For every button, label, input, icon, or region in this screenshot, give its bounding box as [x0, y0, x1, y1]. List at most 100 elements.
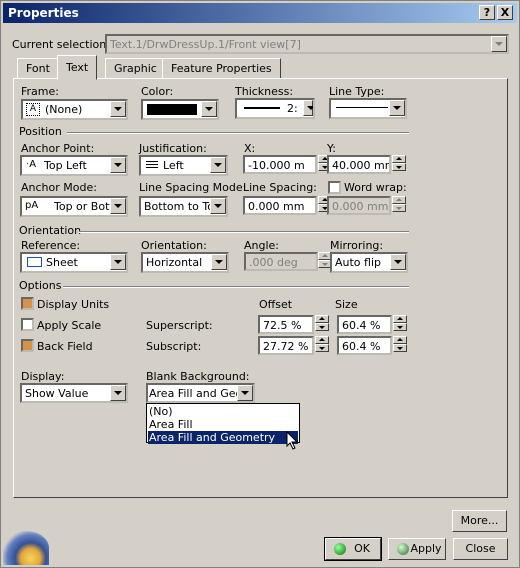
angle-input[interactable]: .000 deg: [244, 252, 318, 271]
word-wrap-checkbox[interactable]: [328, 181, 341, 194]
spin-up-icon[interactable]: [315, 315, 329, 323]
subscript-size-input[interactable]: 60.4 %: [337, 336, 392, 355]
word-wrap-input[interactable]: 0.000 mm: [327, 196, 391, 215]
superscript-offset-spinner[interactable]: [315, 315, 329, 331]
x-input[interactable]: -10.000 m: [243, 155, 317, 174]
reference-label: Reference:: [21, 239, 81, 252]
superscript-label: Superscript:: [146, 319, 213, 332]
chevron-down-icon: [237, 385, 253, 401]
angle-label: Angle:: [244, 239, 280, 252]
chevron-down-icon: [389, 100, 405, 116]
spin-down-icon[interactable]: [392, 204, 406, 212]
tab-feature-properties[interactable]: Feature Properties: [162, 58, 281, 79]
close-window-button[interactable]: X: [497, 5, 513, 20]
frame-icon: A: [26, 103, 40, 116]
anchor-point-combo[interactable]: ·A Top Left: [20, 155, 128, 176]
mirroring-combo[interactable]: Auto flip: [330, 252, 408, 273]
y-spinner[interactable]: [392, 155, 406, 171]
line-type-label: Line Type:: [329, 85, 385, 98]
properties-dialog: Properties ? X Current selection : Text.…: [0, 0, 520, 568]
display-combo[interactable]: Show Value: [20, 383, 128, 403]
subscript-size-spinner[interactable]: [393, 336, 407, 352]
superscript-offset-input[interactable]: 72.5 %: [258, 315, 314, 334]
reference-combo[interactable]: Sheet: [20, 252, 128, 273]
tab-text-label: Text: [66, 61, 89, 74]
word-wrap-spinner[interactable]: [392, 196, 406, 212]
spin-down-icon[interactable]: [315, 323, 329, 331]
superscript-size-spinner[interactable]: [393, 315, 407, 331]
options-section-title: Options: [19, 279, 62, 292]
anchor-mode-icon: pA: [25, 200, 39, 211]
list-item-selected[interactable]: Area Fill and Geometry: [148, 431, 298, 444]
chevron-down-icon: [110, 157, 126, 173]
chevron-down-icon: [110, 198, 126, 214]
list-item[interactable]: Area Fill: [148, 418, 298, 431]
display-label: Display:: [21, 370, 65, 383]
line-type-combo[interactable]: [329, 98, 407, 119]
frame-combo[interactable]: A (None): [21, 99, 128, 120]
display-units-checkbox[interactable]: [21, 297, 34, 310]
word-wrap-label: Word wrap:: [344, 181, 407, 194]
spin-up-icon[interactable]: [315, 336, 329, 344]
tab-graphic[interactable]: Graphic: [105, 58, 166, 79]
title-bar[interactable]: Properties ? X: [3, 3, 517, 23]
apply-button[interactable]: Apply: [388, 538, 446, 560]
chevron-down-icon: [491, 36, 507, 52]
sheet-icon: [27, 257, 42, 267]
position-section-title: Position: [19, 125, 62, 138]
tab-feature-properties-label: Feature Properties: [171, 62, 272, 75]
spin-up-icon[interactable]: [393, 315, 407, 323]
y-input[interactable]: 40.000 mm: [327, 155, 391, 174]
orientation-combo[interactable]: Horizontal: [141, 252, 229, 273]
subscript-offset-spinner[interactable]: [315, 336, 329, 352]
anchor-point-label: Anchor Point:: [21, 142, 95, 155]
spin-up-icon[interactable]: [392, 196, 406, 204]
solid-line-icon: [336, 107, 388, 108]
subscript-offset-input[interactable]: 27.72 %: [258, 336, 314, 355]
list-item[interactable]: (No): [148, 405, 298, 418]
anchor-mode-combo[interactable]: pA Top or Botto: [20, 196, 128, 217]
chevron-down-icon: [303, 100, 313, 116]
justification-label: Justification:: [139, 142, 207, 155]
line-spacing-mode-label: Line Spacing Mode:: [139, 181, 247, 194]
display-units-label: Display Units: [37, 298, 110, 311]
chevron-down-icon: [210, 157, 226, 173]
spin-up-icon[interactable]: [393, 336, 407, 344]
current-selection-combo[interactable]: Text.1/DrwDressUp.1/Front view[7]: [105, 34, 509, 54]
spin-up-icon[interactable]: [392, 155, 406, 163]
help-button[interactable]: ?: [479, 5, 495, 20]
back-field-label: Back Field: [37, 340, 93, 353]
window-title: Properties: [8, 6, 79, 20]
line-spacing-input[interactable]: 0.000 mm: [243, 196, 317, 215]
spin-down-icon[interactable]: [392, 163, 406, 171]
blank-background-combo[interactable]: Area Fill and Geom: [146, 383, 255, 403]
tab-text[interactable]: Text: [57, 55, 98, 80]
more-button[interactable]: More...: [452, 510, 507, 532]
ok-button[interactable]: OK: [324, 537, 382, 561]
thickness-combo[interactable]: 2:: [235, 98, 315, 119]
orientation-section-title: Orientation: [19, 224, 82, 237]
tab-font-label: Font: [26, 62, 50, 75]
size-header: Size: [335, 298, 358, 311]
mirroring-value: Auto flip: [335, 256, 382, 269]
subscript-size-value: 60.4 %: [342, 340, 381, 353]
line-spacing-mode-combo[interactable]: Bottom to Top: [139, 196, 228, 217]
y-label: Y:: [327, 142, 336, 155]
superscript-size-input[interactable]: 60.4 %: [337, 315, 392, 334]
current-selection-label: Current selection :: [12, 38, 114, 51]
spin-down-icon[interactable]: [393, 323, 407, 331]
thickness-value: 2:: [287, 102, 298, 115]
back-field-checkbox[interactable]: [21, 339, 34, 352]
color-combo[interactable]: [141, 99, 219, 120]
tab-font[interactable]: Font: [17, 58, 59, 79]
spin-down-icon[interactable]: [315, 344, 329, 352]
mirroring-label: Mirroring:: [330, 239, 384, 252]
divider: [63, 286, 409, 288]
justification-value: Left: [163, 159, 184, 172]
close-button[interactable]: Close: [453, 538, 508, 560]
apply-scale-checkbox[interactable]: [21, 318, 34, 331]
angle-value: .000 deg: [249, 256, 298, 269]
chevron-down-icon: [110, 101, 126, 117]
justification-combo[interactable]: Left: [139, 155, 228, 176]
spin-down-icon[interactable]: [393, 344, 407, 352]
